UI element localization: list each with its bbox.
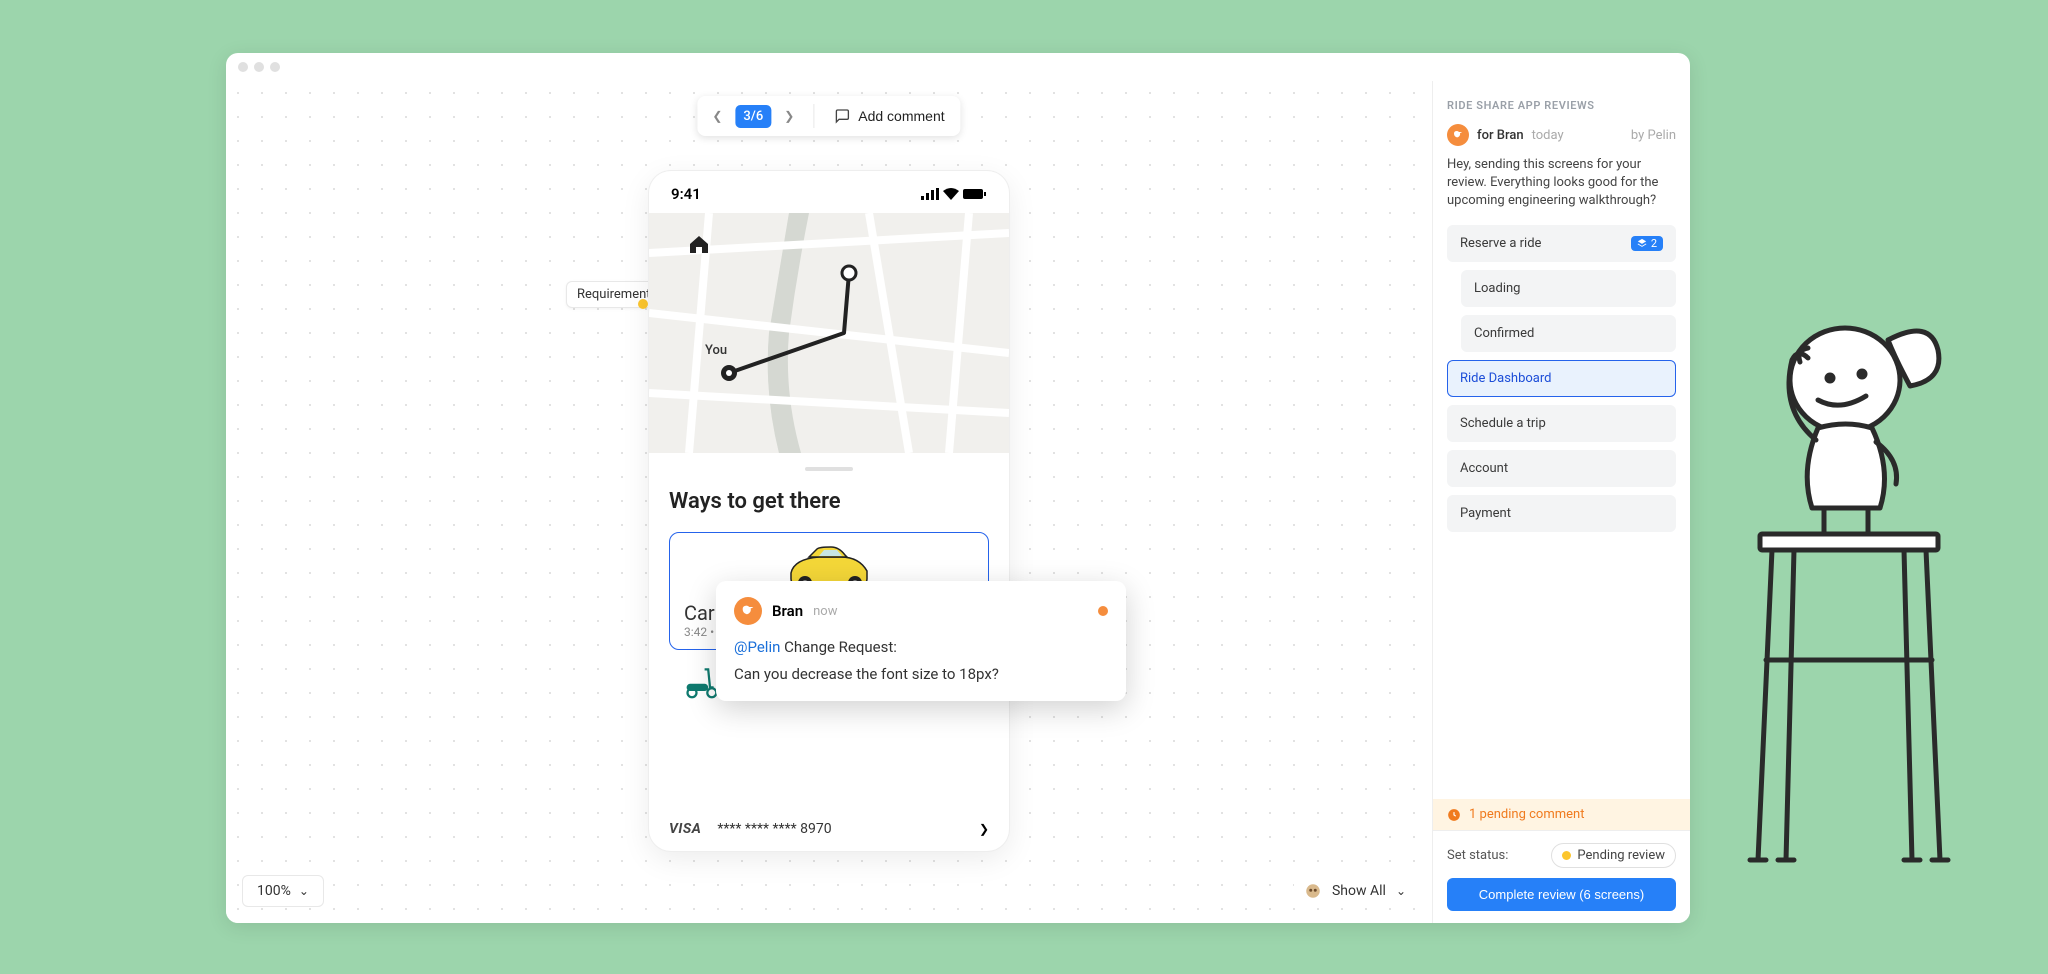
comment-popover: Bran now @Pelin Change Request: Can you …: [716, 581, 1126, 701]
clock-icon: [1447, 808, 1461, 822]
phone-statusbar: 9:41: [649, 171, 1009, 203]
sidebar-description: Hey, sending this screens for your revie…: [1447, 156, 1676, 211]
sidebar-date: today: [1532, 128, 1564, 143]
sidebar-footer: Set status: Pending review Complete revi…: [1433, 830, 1690, 923]
screen-item-loading[interactable]: Loading: [1461, 270, 1676, 307]
status-dot-icon: [1562, 851, 1571, 860]
traffic-minimize[interactable]: [254, 62, 264, 72]
sidebar-avatar: [1447, 124, 1469, 146]
screen-item-ride-dashboard[interactable]: Ride Dashboard: [1447, 360, 1676, 397]
add-comment-label: Add comment: [858, 108, 944, 124]
page-counter: 3/6: [735, 105, 771, 128]
signal-icon: [921, 188, 939, 200]
chevron-right-icon: ❯: [979, 822, 989, 836]
chevron-down-icon: ⌄: [299, 884, 309, 898]
avatar-icon: [740, 603, 756, 619]
comment-status-dot: [1098, 606, 1108, 616]
app-window: ❮ 3/6 ❯ Add comment Requirement Animatio…: [226, 53, 1690, 923]
monkey-icon: [1304, 882, 1322, 900]
page-navigator: ❮ 3/6 ❯: [703, 102, 803, 130]
layer-badge: 2: [1631, 236, 1663, 251]
card-brand: VISA: [669, 821, 701, 837]
wifi-icon: [943, 188, 959, 200]
prev-button[interactable]: ❮: [703, 102, 731, 130]
scooter-illustration: [683, 664, 719, 700]
sidebar-overline: RIDE SHARE APP REVIEWS: [1447, 99, 1676, 112]
home-icon: [687, 233, 711, 257]
traffic-zoom[interactable]: [270, 62, 280, 72]
screen-item-account[interactable]: Account: [1447, 450, 1676, 487]
sidebar-for: for Bran: [1477, 128, 1524, 143]
chevron-right-icon: ❯: [784, 109, 794, 123]
chevron-left-icon: ❮: [712, 109, 722, 123]
status-label: Set status:: [1447, 848, 1508, 863]
layers-icon: [1637, 238, 1647, 248]
phone-time: 9:41: [671, 185, 701, 203]
pending-comments-bar[interactable]: 1 pending comment: [1433, 799, 1690, 830]
phone-mockup: 9:41: [649, 171, 1009, 851]
payment-row[interactable]: VISA **** **** **** 8970 ❯: [669, 821, 989, 837]
annotation-dot-requirement[interactable]: [638, 299, 648, 309]
comment-mention[interactable]: @Pelin: [734, 638, 780, 656]
next-button[interactable]: ❯: [775, 102, 803, 130]
sheet-title: Ways to get there: [669, 489, 989, 514]
comment-avatar: [734, 597, 762, 625]
screen-item-confirmed[interactable]: Confirmed: [1461, 315, 1676, 352]
add-comment-button[interactable]: Add comment: [824, 104, 954, 128]
status-selector[interactable]: Pending review: [1551, 843, 1676, 868]
sidebar: RIDE SHARE APP REVIEWS for Bran today by…: [1432, 81, 1690, 923]
sheet-handle[interactable]: [805, 467, 853, 471]
chevron-down-icon: ⌄: [1396, 884, 1406, 898]
battery-icon: [963, 188, 987, 200]
sidebar-author: by Pelin: [1631, 128, 1676, 143]
window-titlebar: [226, 53, 1690, 81]
top-toolbar: ❮ 3/6 ❯ Add comment: [697, 96, 960, 136]
screen-item-schedule[interactable]: Schedule a trip: [1447, 405, 1676, 442]
traffic-close[interactable]: [238, 62, 248, 72]
you-label: You: [705, 343, 727, 358]
card-number: **** **** **** 8970: [717, 821, 831, 837]
character-illustration: [1700, 300, 2000, 880]
map-area[interactable]: You: [649, 213, 1009, 453]
comment-author: Bran: [772, 602, 803, 620]
comment-icon: [834, 108, 850, 124]
canvas[interactable]: ❮ 3/6 ❯ Add comment Requirement Animatio…: [226, 81, 1432, 923]
sidebar-meta-row: for Bran today by Pelin: [1447, 124, 1676, 146]
screen-item-payment[interactable]: Payment: [1447, 495, 1676, 532]
screen-item-reserve[interactable]: Reserve a ride 2: [1447, 225, 1676, 262]
comment-time: now: [813, 604, 837, 619]
show-all-selector[interactable]: Show All ⌄: [1294, 875, 1416, 907]
comment-body: @Pelin Change Request: Can you decrease …: [734, 637, 1108, 685]
complete-review-button[interactable]: Complete review (6 screens): [1447, 878, 1676, 911]
screen-list: Reserve a ride 2 Loading Confirmed Ride …: [1447, 225, 1676, 532]
toolbar-divider: [813, 104, 814, 128]
workspace: ❮ 3/6 ❯ Add comment Requirement Animatio…: [226, 81, 1690, 923]
zoom-selector[interactable]: 100% ⌄: [242, 875, 324, 907]
